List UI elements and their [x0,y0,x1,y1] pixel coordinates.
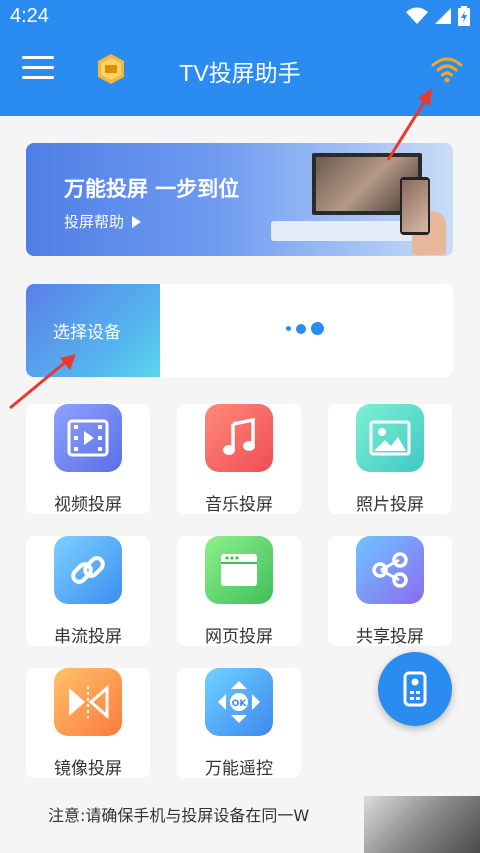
remote-control-icon [403,671,427,707]
wifi-connection-icon[interactable] [430,54,464,84]
menu-button[interactable] [22,56,54,82]
app-title: TV投屏助手 [179,60,301,86]
tile-label: 镜像投屏 [54,759,122,779]
signal-wifi-icon [406,7,428,24]
banner-help-link[interactable]: 投屏帮助 [64,211,142,232]
browser-window-icon [205,536,273,604]
mirror-icon [54,668,122,736]
device-card: 选择设备 [26,284,453,377]
video-icon [54,404,122,472]
tile-label: 照片投屏 [356,495,424,515]
tile-stream-cast[interactable]: 串流投屏 [26,536,150,647]
tile-label: 视频投屏 [54,495,122,515]
notice-text: 注意:请确保手机与投屏设备在同一W [48,806,310,825]
tile-label: 串流投屏 [54,627,122,647]
select-device-button[interactable]: 选择设备 [26,284,160,377]
tile-music-cast[interactable]: 音乐投屏 [177,404,301,515]
status-time: 4:24 [10,5,49,27]
tile-remote-control[interactable]: OK 万能遥控 [177,668,301,779]
tile-web-cast[interactable]: 网页投屏 [177,536,301,647]
svg-text:OK: OK [232,699,248,709]
tile-mirror-cast[interactable]: 镜像投屏 [26,668,150,779]
battery-icon [458,6,470,26]
menu-icon-line [22,56,54,59]
phone-illustration [400,177,430,235]
tile-label: 音乐投屏 [205,495,273,515]
photo-icon [356,404,424,472]
menu-icon-line [22,66,54,69]
tile-label: 共享投屏 [356,627,424,647]
play-arrow-icon [132,215,142,228]
overlay-thumbnail [364,796,480,853]
status-bar: 4:24 [0,0,480,34]
tile-label: 万能遥控 [205,759,273,779]
app-logo-icon [98,54,124,84]
remote-control-fab[interactable] [378,652,452,726]
tile-label: 网页投屏 [205,627,273,647]
tile-photo-cast[interactable]: 照片投屏 [328,404,452,515]
app-bar: TV投屏助手 [0,34,480,116]
share-icon [356,536,424,604]
cell-signal-icon [435,8,451,24]
tile-video-cast[interactable]: 视频投屏 [26,404,150,515]
dpad-remote-icon: OK [205,668,273,736]
menu-icon-line [22,76,54,79]
music-note-icon [205,404,273,472]
select-device-label: 选择设备 [53,323,121,343]
banner-help-label: 投屏帮助 [64,213,125,231]
loading-dots-icon [286,322,324,335]
tile-share-cast[interactable]: 共享投屏 [328,536,452,647]
banner-title: 万能投屏 一步到位 [64,177,240,201]
promo-banner[interactable]: 万能投屏 一步到位 投屏帮助 [26,143,453,256]
link-icon [54,536,122,604]
system-icons [406,6,470,26]
